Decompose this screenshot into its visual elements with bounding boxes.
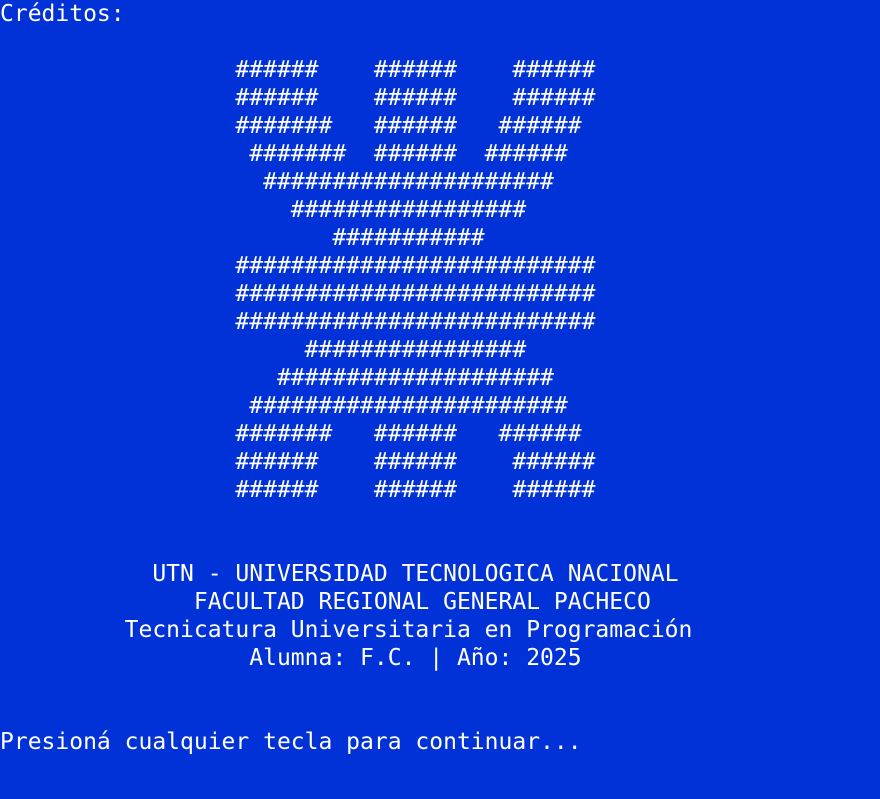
ascii-art-line: ###### ###### ###### (0, 85, 596, 111)
faculty-name: FACULTAD REGIONAL GENERAL PACHECO (0, 589, 651, 615)
ascii-art-line: #################### (0, 365, 554, 391)
ascii-art-line: ##################### (0, 169, 554, 195)
credits-info: UTN - UNIVERSIDAD TECNOLOGICA NACIONAL F… (0, 560, 693, 672)
ascii-art-line: ########################## (0, 309, 596, 335)
ascii-art-line: ################# (0, 197, 527, 223)
ascii-art-logo: ###### ###### ###### ###### ###### #####… (0, 56, 595, 504)
ascii-art-line: ###### ###### ###### (0, 477, 596, 503)
ascii-art-line: ################ (0, 337, 527, 363)
student-year: Alumna: F.C. | Año: 2025 (0, 645, 582, 671)
ascii-art-line: ########################## (0, 253, 596, 279)
ascii-art-line: ####### ###### ###### (0, 421, 582, 447)
ascii-art-line: ####### ###### ###### (0, 141, 568, 167)
ascii-art-line: ####### ###### ###### (0, 113, 582, 139)
program-name: Tecnicatura Universitaria en Programació… (0, 617, 693, 643)
continue-prompt[interactable]: Presioná cualquier tecla para continuar.… (0, 728, 582, 756)
credits-header: Créditos: (0, 1, 125, 27)
ascii-art-line: ########################## (0, 281, 596, 307)
university-name: UTN - UNIVERSIDAD TECNOLOGICA NACIONAL (0, 561, 679, 587)
ascii-art-line: ###### ###### ###### (0, 57, 596, 83)
ascii-art-line: ###### ###### ###### (0, 449, 596, 475)
ascii-art-line: ####################### (0, 393, 568, 419)
ascii-art-line: ########### (0, 225, 485, 251)
